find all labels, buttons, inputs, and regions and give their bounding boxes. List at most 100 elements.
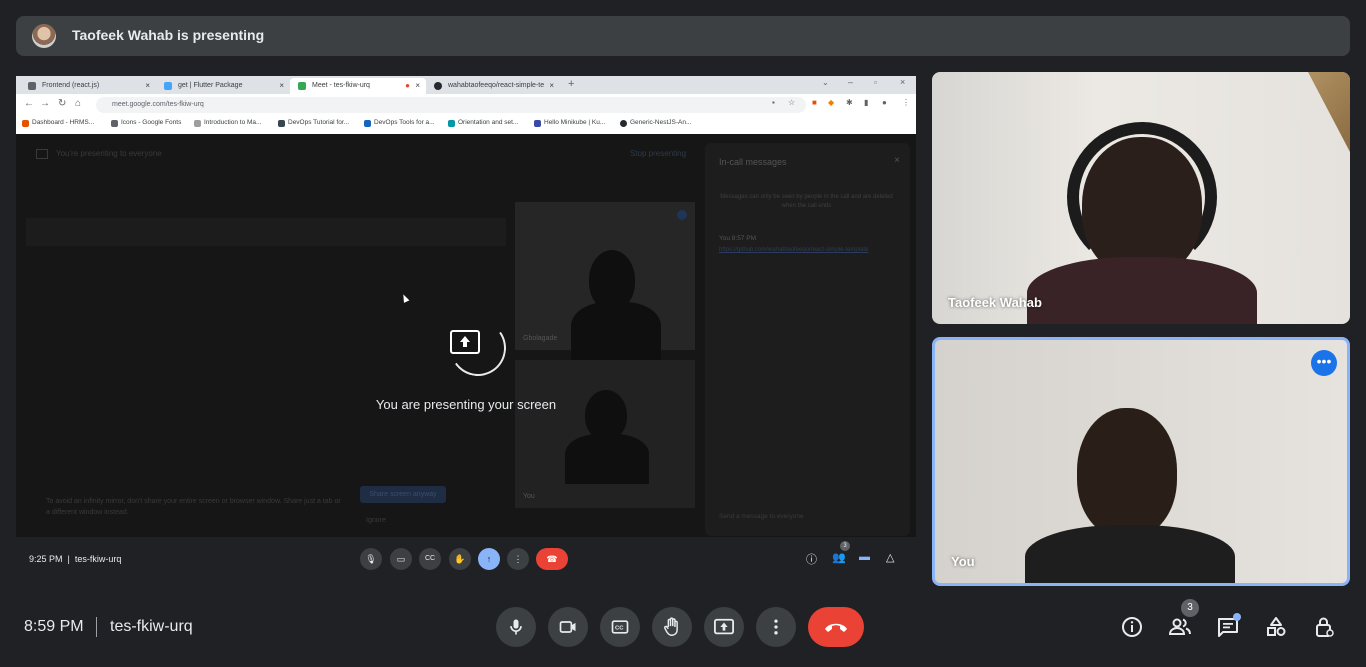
close-tab-icon[interactable]: × [145, 78, 150, 94]
close-tab-icon[interactable]: × [279, 78, 284, 94]
tab-favicon-icon [164, 82, 172, 90]
participant-video-self: ••• You [932, 337, 1350, 586]
close-tab-icon[interactable]: × [549, 78, 554, 94]
more-options-button[interactable] [756, 607, 796, 647]
tab-favicon-icon [28, 82, 36, 90]
camera-button[interactable] [548, 607, 588, 647]
participant-body [1025, 525, 1235, 583]
present-icon[interactable]: ↑ [478, 548, 500, 570]
bookmark-item[interactable]: Icons - Google Fonts [111, 119, 181, 127]
bookmark-item[interactable]: Dashboard - HRMS... [22, 119, 94, 127]
side-panel-icon[interactable]: ▮ [864, 98, 868, 107]
wall-picture [1308, 72, 1350, 152]
microphone-icon [510, 619, 522, 635]
close-tab-icon[interactable]: × [415, 78, 420, 94]
presenting-message: You are presenting your screen [375, 397, 557, 412]
github-icon [434, 82, 442, 90]
people-count-badge: 3 [840, 541, 850, 551]
bookmark-favicon-icon [194, 120, 201, 127]
new-tab-icon[interactable]: + [568, 78, 574, 90]
browser-menu-icon[interactable]: ⋮ [902, 98, 910, 107]
chat-icon[interactable]: ▬ [859, 551, 870, 563]
chat-input[interactable]: Send a message to everyone [719, 513, 804, 520]
microphone-button[interactable] [496, 607, 536, 647]
ignore-button[interactable]: Ignore [366, 517, 386, 524]
bookmark-favicon-icon [278, 120, 285, 127]
extension-icon[interactable]: ■ [812, 98, 817, 107]
browser-tab[interactable]: get | Flutter Package × [156, 78, 290, 94]
close-chat-icon[interactable]: × [894, 155, 900, 166]
captions-icon: CC [611, 620, 629, 634]
more-vert-icon [774, 619, 778, 635]
github-icon [620, 120, 627, 127]
close-window-icon[interactable]: × [900, 77, 905, 87]
bookmark-item[interactable]: Introduction to Ma... [194, 119, 261, 127]
raise-hand-icon[interactable]: ✋ [449, 548, 471, 570]
mic-icon[interactable]: 🎙 [360, 548, 382, 570]
inner-meet-controls: 9:25 PM | tes-fkiw-urq 🎙 ▭ CC ✋ ↑ ⋮ ☎ ⓘ … [16, 537, 916, 581]
browser-tab[interactable]: Frontend (react.js) × [20, 78, 156, 94]
activities-icon [1267, 617, 1286, 636]
profile-avatar-icon[interactable]: ● [882, 98, 887, 107]
participant-tile-self: You [515, 360, 695, 508]
divider [96, 617, 97, 637]
host-controls-button[interactable] [1310, 613, 1338, 641]
meet-favicon-icon [298, 82, 306, 90]
metamask-icon[interactable]: ◆ [828, 98, 834, 107]
url-input[interactable]: meet.google.com/tes-fkiw-urq [96, 97, 806, 113]
bookmark-favicon-icon [22, 120, 29, 127]
activities-button[interactable] [1262, 613, 1290, 641]
raise-hand-button[interactable] [652, 607, 692, 647]
share-anyway-button[interactable]: Share screen anyway [360, 486, 446, 503]
meeting-details-button[interactable] [1118, 613, 1146, 641]
lock-person-icon [1316, 617, 1334, 637]
bookmark-item[interactable]: Hello Minikube | Ku... [534, 119, 605, 127]
activities-icon[interactable]: △ [886, 551, 894, 564]
more-options-icon[interactable]: ⋮ [507, 548, 529, 570]
bookmark-item[interactable]: Orientation and set... [448, 119, 518, 127]
leave-call-button[interactable] [808, 607, 864, 647]
extensions-puzzle-icon[interactable]: ✱ [846, 98, 853, 107]
leave-call-icon[interactable]: ☎ [536, 548, 568, 570]
home-icon[interactable]: ⌂ [75, 98, 81, 109]
captions-icon[interactable]: CC [419, 548, 441, 570]
people-icon [1168, 618, 1191, 635]
back-icon[interactable]: ← [24, 98, 34, 109]
camera-icon[interactable]: ▭ [390, 548, 412, 570]
participant-tile: Gbolagade [515, 202, 695, 362]
participant-shoulders [565, 434, 649, 484]
bookmark-favicon-icon [364, 120, 371, 127]
presenting-to-everyone: You're presenting to everyone [56, 149, 162, 158]
shared-screen: Frontend (react.js) × get | Flutter Packa… [16, 76, 916, 581]
bookmarks-bar: Dashboard - HRMS... Icons - Google Fonts… [16, 116, 916, 135]
camera-icon [559, 621, 576, 633]
bookmark-item[interactable]: DevOps Tools for a... [364, 119, 435, 127]
presenting-banner: Taofeek Wahab is presenting [16, 16, 1350, 56]
people-icon[interactable]: 👥 [832, 551, 846, 564]
captions-button[interactable]: CC [600, 607, 640, 647]
participant-name: Taofeek Wahab [948, 295, 1042, 310]
maximize-icon[interactable]: ▫ [874, 78, 877, 87]
present-now-button[interactable] [704, 607, 744, 647]
participant-video-taofeek: Taofeek Wahab [932, 72, 1350, 324]
address-bar: ← → ↻ ⌂ meet.google.com/tes-fkiw-urq ▪ ☆… [16, 94, 916, 116]
more-options-icon[interactable]: ••• [1311, 350, 1337, 376]
participant-body [1027, 257, 1257, 324]
reload-icon[interactable]: ↻ [58, 98, 66, 109]
bookmark-item[interactable]: Generic-NestJS-An... [620, 119, 691, 127]
bookmark-item[interactable]: DevOps Tutorial for... [278, 119, 349, 127]
browser-tab[interactable]: wahabtaofeeqo/react-simple-te × [426, 78, 560, 94]
forward-icon[interactable]: → [40, 98, 50, 109]
people-button[interactable] [1166, 613, 1194, 641]
stop-presenting-button[interactable]: Stop presenting [630, 149, 686, 158]
meeting-info-icon[interactable]: ⓘ [806, 551, 817, 567]
browser-tab-active[interactable]: Meet - tes-fkiw-urq ● × [290, 78, 426, 94]
presenter-avatar [32, 24, 56, 48]
tab-search-icon[interactable]: ⌄ [822, 78, 829, 87]
present-screen-icon [450, 330, 480, 354]
shared-content-strip [26, 218, 506, 246]
chat-link[interactable]: https://github.com/wahabtaofeeqo/react-s… [719, 247, 868, 253]
camera-in-use-icon[interactable]: ▪ [772, 98, 775, 107]
minimize-icon[interactable]: – [848, 77, 853, 87]
bookmark-star-icon[interactable]: ☆ [788, 98, 795, 107]
